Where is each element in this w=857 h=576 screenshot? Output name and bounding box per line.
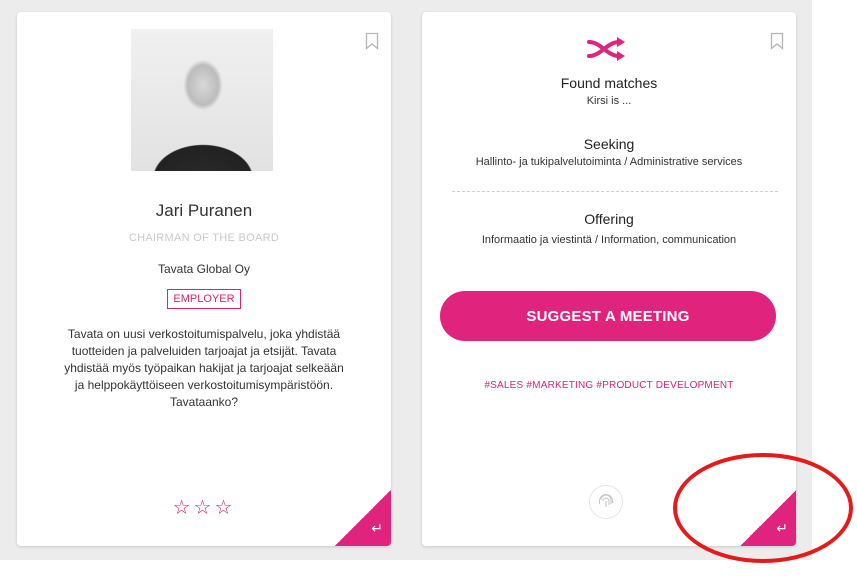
bookmark-icon[interactable] bbox=[365, 32, 379, 50]
profile-description: Tavata on uusi verkostoitumispalvelu, jo… bbox=[64, 327, 344, 409]
found-matches-label: Found matches bbox=[560, 75, 658, 91]
offering-label: Offering bbox=[584, 211, 634, 227]
fingerprint-icon[interactable] bbox=[589, 485, 623, 519]
shuffle-icon bbox=[587, 37, 625, 61]
person-name: Jari Puranen bbox=[155, 201, 253, 220]
bookmark-icon[interactable] bbox=[770, 32, 784, 50]
seeking-value: Hallinto- ja tukipalvelutoiminta / Admin… bbox=[475, 156, 743, 168]
profile-photo bbox=[131, 29, 273, 171]
found-matches-value: Kirsi is ... bbox=[586, 95, 632, 107]
offering-value: Informaatio ja viestintä / Information, … bbox=[481, 234, 737, 246]
corner-action[interactable] bbox=[335, 490, 391, 546]
company-name: Tavata Global Oy bbox=[157, 262, 251, 276]
divider bbox=[452, 191, 778, 192]
reply-arrow-icon[interactable]: ↵ bbox=[371, 521, 383, 537]
fingerprint-glyph bbox=[598, 493, 614, 507]
annotation-highlight-circle bbox=[673, 453, 853, 563]
person-title: CHAIRMAN OF THE BOARD bbox=[128, 232, 280, 244]
suggest-meeting-button[interactable]: SUGGEST A MEETING bbox=[440, 291, 776, 341]
role-badge: EMPLOYER bbox=[167, 289, 241, 309]
profile-card[interactable]: Jari Puranen CHAIRMAN OF THE BOARD Tavat… bbox=[17, 12, 391, 546]
hashtags[interactable]: #SALES #MARKETING #PRODUCT DEVELOPMENT bbox=[422, 380, 796, 391]
seeking-label: Seeking bbox=[583, 136, 635, 152]
